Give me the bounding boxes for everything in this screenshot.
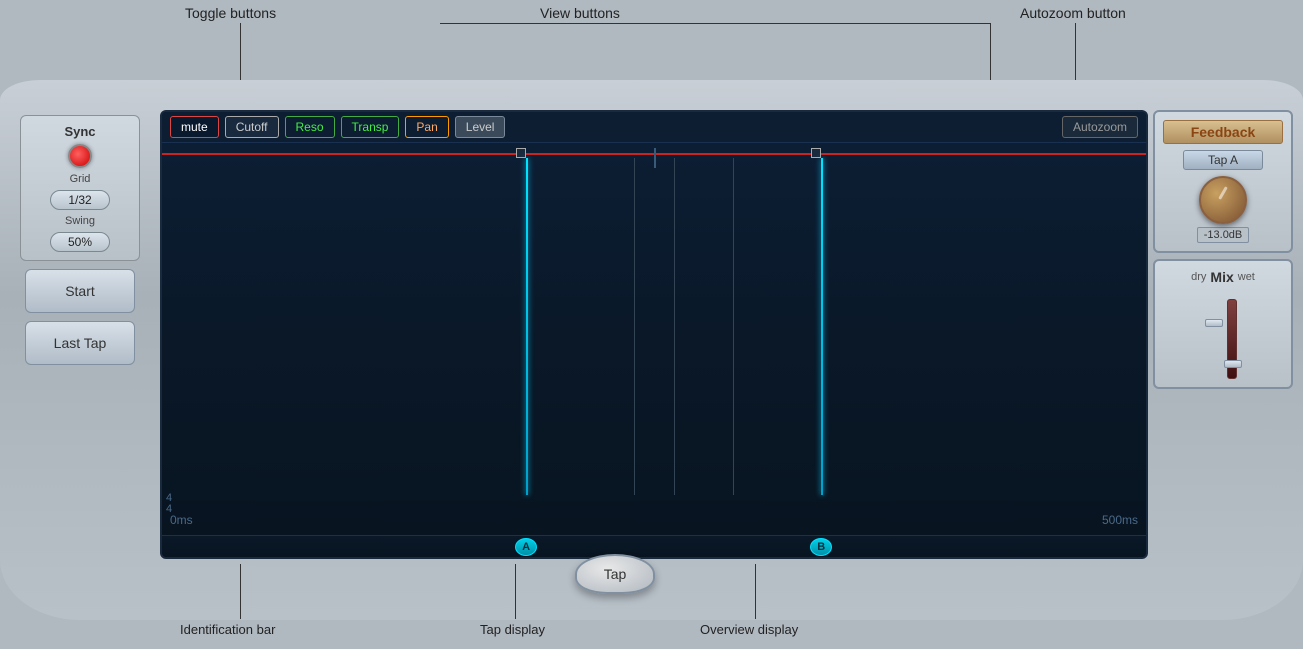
id-marker-b[interactable]: B: [810, 538, 832, 556]
sync-label: Sync: [64, 124, 95, 139]
left-panel: Sync Grid 1/32 Swing 50% Start Last Tap: [15, 115, 145, 365]
level-button[interactable]: Level: [455, 116, 506, 138]
marker-box-a[interactable]: [516, 148, 526, 158]
tap-line-2: [821, 158, 823, 495]
feedback-knob-container: -13.0dB: [1197, 176, 1250, 243]
time-start: 0ms: [170, 513, 193, 527]
feedback-value: -13.0dB: [1197, 227, 1250, 243]
autozoom-annotation: Autozoom button: [1020, 5, 1126, 21]
reso-button[interactable]: Reso: [285, 116, 335, 138]
tap-line-thin-2: [674, 158, 675, 495]
sync-section: Sync Grid 1/32 Swing 50%: [20, 115, 140, 261]
view-buttons-annotation: View buttons: [540, 5, 620, 21]
wet-slider-track: [1227, 299, 1237, 379]
sliders-row: [1205, 289, 1241, 379]
canvas-area: 0ms 500ms 44: [162, 143, 1146, 535]
mute-button[interactable]: mute: [170, 116, 219, 138]
mix-label: Mix: [1210, 269, 1233, 285]
pan-button[interactable]: Pan: [405, 116, 448, 138]
feedback-knob[interactable]: [1199, 176, 1247, 224]
feedback-label: Feedback: [1163, 120, 1283, 144]
time-signature: 44: [166, 493, 172, 515]
last-tap-button[interactable]: Last Tap: [25, 321, 135, 365]
autozoom-button[interactable]: Autozoom: [1062, 116, 1138, 138]
id-marker-a[interactable]: A: [515, 538, 537, 556]
wet-slider-thumb[interactable]: [1224, 360, 1242, 368]
dry-slider-thumb[interactable]: [1205, 319, 1223, 327]
time-end: 500ms: [1102, 513, 1138, 527]
dry-label: dry: [1191, 271, 1206, 283]
tap-display-annotation: Tap display: [480, 622, 545, 637]
tap-a-button[interactable]: Tap A: [1183, 150, 1263, 170]
id-bar-annotation: Identification bar: [180, 622, 275, 637]
grid-label: Grid: [70, 173, 91, 185]
transp-button[interactable]: Transp: [341, 116, 400, 138]
tap-line-thin-1: [634, 158, 635, 495]
tap-line-thin-3: [733, 158, 734, 495]
wet-label: wet: [1238, 271, 1255, 283]
toolbar: mute Cutoff Reso Transp Pan Level Autozo…: [162, 112, 1146, 143]
main-display: mute Cutoff Reso Transp Pan Level Autozo…: [160, 110, 1148, 559]
dry-slider-track: [1209, 299, 1219, 379]
overview-display-annotation: Overview display: [700, 622, 798, 637]
tap-line-1: [526, 158, 528, 495]
identification-bar: A B: [162, 535, 1146, 557]
right-panel: Feedback Tap A -13.0dB dry Mix wet: [1153, 110, 1293, 389]
marker-box-b[interactable]: [811, 148, 821, 158]
center-marker: [654, 148, 656, 168]
grid-dropdown[interactable]: 1/32: [50, 190, 110, 210]
feedback-section: Feedback Tap A -13.0dB: [1153, 110, 1293, 253]
toggle-buttons-annotation: Toggle buttons: [185, 5, 276, 21]
start-button[interactable]: Start: [25, 269, 135, 313]
swing-label: Swing: [65, 215, 95, 227]
swing-dropdown[interactable]: 50%: [50, 232, 110, 252]
mix-title-row: dry Mix wet: [1191, 269, 1255, 285]
tap-button[interactable]: Tap: [575, 554, 655, 594]
cutoff-button[interactable]: Cutoff: [225, 116, 279, 138]
mix-section: dry Mix wet: [1153, 259, 1293, 389]
sync-toggle[interactable]: [68, 144, 92, 168]
